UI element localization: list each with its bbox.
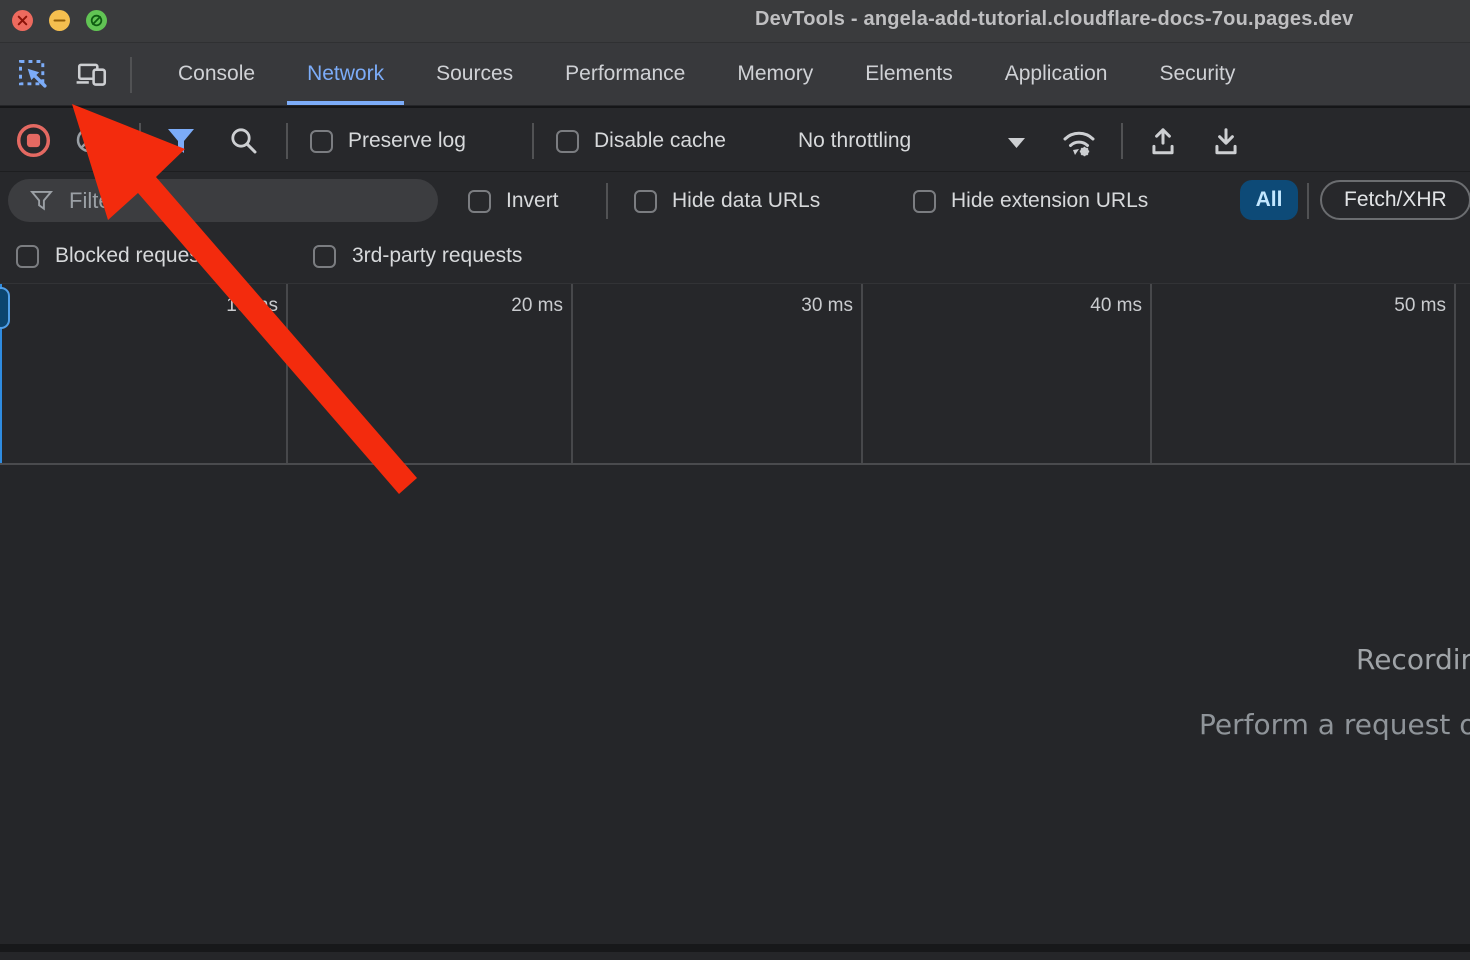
title-bar: DevTools - angela-add-tutorial.cloudflar… — [0, 0, 1470, 42]
window-title: DevTools - angela-add-tutorial.cloudflar… — [755, 8, 1353, 31]
divider — [286, 123, 288, 159]
divider — [130, 57, 132, 93]
export-har-button[interactable] — [1210, 125, 1242, 157]
hide-data-urls-label: Hide data URLs — [672, 189, 820, 213]
empty-state-heading: Recording network activity… — [1356, 643, 1470, 676]
close-window-button[interactable] — [12, 10, 33, 31]
tab-application[interactable]: Application — [979, 43, 1134, 105]
network-filter-row: Invert Hide data URLs Hide extension URL… — [0, 171, 1470, 227]
tab-performance[interactable]: Performance — [539, 43, 711, 105]
network-toolbar: Preserve log Disable cache No throttling — [0, 106, 1470, 171]
grid-line-40ms — [1150, 284, 1152, 464]
hide-extension-urls-label: Hide extension URLs — [951, 189, 1148, 213]
panel-tabs: Console Network Sources Performance Memo… — [152, 43, 1261, 105]
grid-line-20ms — [571, 284, 573, 464]
filter-input[interactable] — [69, 188, 399, 214]
inspect-element-button[interactable] — [14, 55, 54, 95]
blocked-requests-checkbox[interactable] — [16, 245, 39, 268]
tab-memory[interactable]: Memory — [711, 43, 839, 105]
device-toolbar-icon — [75, 60, 109, 90]
overview-handle[interactable] — [0, 287, 10, 329]
request-type-all-chip[interactable]: All — [1240, 180, 1298, 220]
network-overview-timeline[interactable]: 10 ms 20 ms 30 ms 40 ms 50 ms — [0, 283, 1470, 463]
tab-security[interactable]: Security — [1133, 43, 1261, 105]
divider — [1307, 183, 1309, 219]
tab-network[interactable]: Network — [281, 43, 410, 105]
hide-data-urls-checkbox[interactable] — [634, 190, 657, 213]
zoom-window-button[interactable] — [86, 10, 107, 31]
traffic-lights — [12, 10, 107, 31]
third-party-requests-checkbox[interactable] — [313, 245, 336, 268]
disable-cache-label: Disable cache — [594, 129, 726, 153]
more-filters-row: Blocked requests 3rd-party requests — [0, 227, 1470, 283]
hide-extension-urls-checkbox[interactable] — [913, 190, 936, 213]
preserve-log-checkbox[interactable] — [310, 130, 333, 153]
tab-elements[interactable]: Elements — [839, 43, 979, 105]
timeline-label: 40 ms — [1052, 295, 1142, 317]
inspect-element-icon — [18, 59, 50, 91]
clear-network-log-button[interactable] — [75, 126, 103, 154]
devtools-window: DevTools - angela-add-tutorial.cloudflar… — [0, 0, 1470, 960]
network-conditions-button[interactable] — [1058, 124, 1100, 158]
chevron-down-icon[interactable] — [1008, 138, 1025, 148]
divider — [139, 123, 141, 159]
grid-line-50ms — [1454, 284, 1456, 464]
tab-sources[interactable]: Sources — [410, 43, 539, 105]
preserve-log-label: Preserve log — [348, 129, 466, 153]
stop-recording-button[interactable] — [15, 122, 52, 159]
devtools-tabbar: Console Network Sources Performance Memo… — [0, 42, 1470, 105]
grid-line-30ms — [861, 284, 863, 464]
invert-checkbox[interactable] — [468, 190, 491, 213]
throttling-select[interactable]: No throttling — [798, 125, 911, 157]
minimize-window-button[interactable] — [49, 10, 70, 31]
filter-input-container — [8, 179, 438, 222]
timeline-label: 20 ms — [473, 295, 563, 317]
empty-state-hint: Perform a request or hit ⌘ R to record t… — [1199, 708, 1470, 741]
import-har-button[interactable] — [1147, 125, 1179, 157]
timeline-label: 30 ms — [763, 295, 853, 317]
invert-label: Invert — [506, 189, 559, 213]
divider — [1121, 123, 1123, 159]
timeline-label: 50 ms — [1356, 295, 1446, 317]
divider — [532, 123, 534, 159]
grid-line-10ms — [286, 284, 288, 464]
toggle-device-toolbar-button[interactable] — [72, 55, 112, 95]
window-bottom-edge — [0, 944, 1470, 952]
request-type-fetch-xhr-chip[interactable]: Fetch/XHR — [1320, 180, 1470, 220]
divider — [606, 183, 608, 219]
tab-console[interactable]: Console — [152, 43, 281, 105]
third-party-requests-label: 3rd-party requests — [352, 244, 522, 268]
blocked-requests-label: Blocked requests — [55, 244, 216, 268]
timeline-label: 10 ms — [188, 295, 278, 317]
throttling-value: No throttling — [798, 129, 911, 153]
search-button[interactable] — [229, 126, 259, 156]
disable-cache-checkbox[interactable] — [556, 130, 579, 153]
filter-funnel-toggle-button[interactable] — [166, 127, 196, 155]
request-list-empty-area: Recording network activity… Perform a re… — [0, 463, 1470, 952]
funnel-icon — [30, 190, 53, 211]
